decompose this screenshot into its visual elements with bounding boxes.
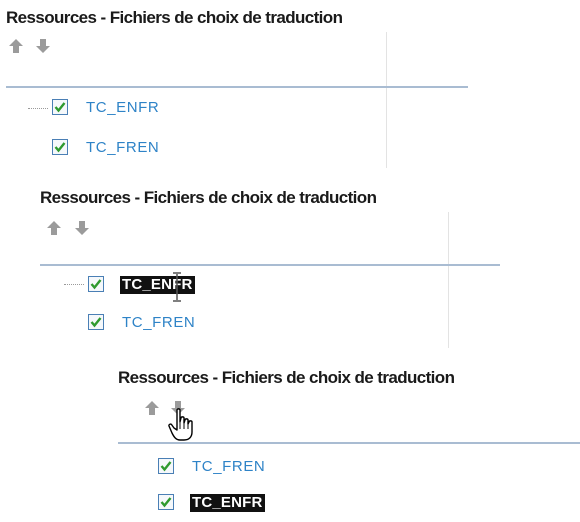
tree-connector bbox=[28, 108, 48, 110]
checkbox[interactable] bbox=[52, 139, 68, 155]
checkbox[interactable] bbox=[88, 314, 104, 330]
item-label-selected[interactable]: TC_ENFR bbox=[190, 494, 265, 512]
checkbox[interactable] bbox=[158, 494, 174, 510]
check-icon bbox=[90, 279, 102, 290]
check-icon bbox=[160, 461, 172, 472]
tree-connector bbox=[64, 284, 84, 286]
checkbox[interactable] bbox=[158, 458, 174, 474]
item-label-selected[interactable]: TC_ENFR bbox=[120, 276, 195, 294]
toolbar-separator bbox=[448, 212, 449, 264]
check-icon bbox=[54, 142, 66, 153]
tree-separator bbox=[386, 88, 387, 168]
resources-panel-2: Ressources - Fichiers de choix de traduc… bbox=[40, 188, 510, 348]
check-icon bbox=[160, 497, 172, 508]
panel-title: Ressources - Fichiers de choix de traduc… bbox=[118, 368, 455, 387]
check-icon bbox=[90, 317, 102, 328]
i-beam-cursor-icon bbox=[172, 272, 182, 307]
checkbox[interactable] bbox=[88, 276, 104, 292]
panel-divider bbox=[40, 264, 500, 266]
hand-pointer-cursor-icon bbox=[168, 408, 198, 447]
arrow-up-icon[interactable] bbox=[144, 400, 160, 416]
tree-separator bbox=[448, 266, 449, 348]
item-label[interactable]: TC_ENFR bbox=[84, 99, 161, 117]
item-label[interactable]: TC_FREN bbox=[120, 314, 197, 332]
item-label[interactable]: TC_FREN bbox=[190, 458, 267, 476]
resources-panel-1: Ressources - Fichiers de choix de traduc… bbox=[6, 8, 476, 168]
toolbar-separator bbox=[386, 32, 387, 86]
item-label[interactable]: TC_FREN bbox=[84, 139, 161, 157]
arrow-up-icon[interactable] bbox=[46, 220, 62, 236]
check-icon bbox=[54, 102, 66, 113]
panel-title: Ressources - Fichiers de choix de traduc… bbox=[40, 188, 377, 207]
panel-divider bbox=[6, 86, 468, 88]
panel-title: Ressources - Fichiers de choix de traduc… bbox=[6, 8, 343, 27]
arrow-down-icon[interactable] bbox=[35, 38, 51, 54]
resources-panel-3: Ressources - Fichiers de choix de traduc… bbox=[118, 368, 580, 522]
arrow-down-icon[interactable] bbox=[74, 220, 90, 236]
checkbox[interactable] bbox=[52, 99, 68, 115]
arrow-up-icon[interactable] bbox=[8, 38, 24, 54]
